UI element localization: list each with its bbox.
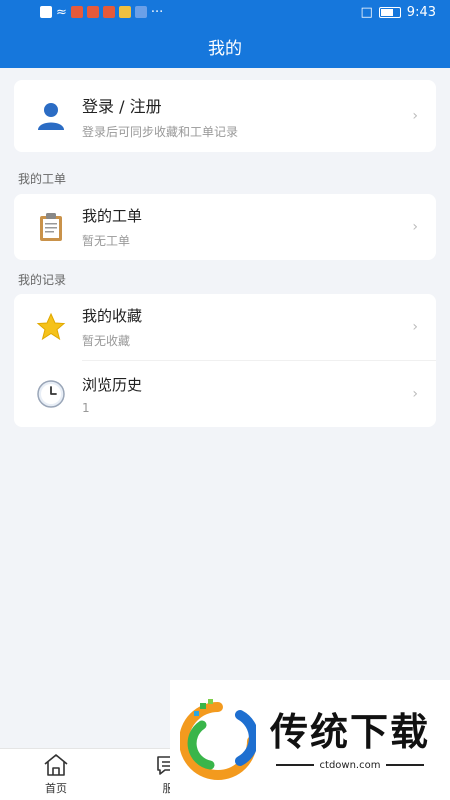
status-time: 9:43 <box>406 4 436 20</box>
records-row-history[interactable]: 浏览历史 1 › <box>14 361 436 427</box>
login-title: 登录 / 注册 <box>82 96 162 116</box>
weibo-icon <box>118 6 131 18</box>
divider <box>386 764 425 766</box>
watermark-url-row: ctdown.com <box>275 759 425 771</box>
login-row[interactable]: 登录 / 注册 登录后可同步收藏和工单记录 › <box>14 80 436 152</box>
tickets-card[interactable]: 我的工单 暂无工单 › <box>14 194 436 260</box>
login-card[interactable]: 登录 / 注册 登录后可同步收藏和工单记录 › <box>14 80 436 152</box>
watermark-logo-icon <box>180 699 256 780</box>
page-title: 我的 <box>208 38 242 59</box>
vibrate-icon: □ <box>360 4 373 20</box>
app-notification-icon <box>102 6 115 18</box>
watermark-url: ctdown.com <box>319 759 381 771</box>
more-notifications-icon: ··· <box>150 4 164 20</box>
history-title: 浏览历史 <box>82 375 143 394</box>
battery-icon <box>378 6 401 18</box>
nav-bar: 我的 <box>0 24 450 68</box>
user-icon <box>34 99 68 133</box>
records-card: 我的收藏 暂无收藏 › 浏览历史 1 › <box>14 294 436 427</box>
login-subtitle: 登录后可同步收藏和工单记录 <box>82 124 239 139</box>
favorites-title: 我的收藏 <box>82 307 143 325</box>
tickets-subtitle: 暂无工单 <box>82 234 131 248</box>
chevron-right-icon: › <box>412 108 418 124</box>
tickets-row[interactable]: 我的工单 暂无工单 › <box>14 194 436 260</box>
status-icons-right: □ 9:43 <box>361 5 437 20</box>
tickets-title: 我的工单 <box>82 207 143 225</box>
wifi-icon: ≈ <box>56 4 67 20</box>
records-row-favorites[interactable]: 我的收藏 暂无收藏 › <box>14 294 436 360</box>
status-icons-left: ≈ ··· <box>40 5 163 20</box>
favorites-subtitle: 暂无收藏 <box>82 334 131 348</box>
chevron-right-icon: › <box>412 386 418 402</box>
star-icon <box>34 310 68 344</box>
app-notification-icon <box>134 6 147 18</box>
notification-icon <box>40 6 52 18</box>
section-label-records: 我的记录 <box>18 273 67 287</box>
watermark-title: 传统下载 <box>270 709 431 754</box>
divider <box>275 764 314 766</box>
app-notification-icon <box>70 6 83 18</box>
watermark: 传统下载 ctdown.com <box>170 680 450 800</box>
chevron-right-icon: › <box>412 319 418 335</box>
home-icon <box>44 754 68 776</box>
clock-icon <box>34 377 68 411</box>
tab-home[interactable]: 首页 <box>0 749 112 800</box>
section-label-tickets: 我的工单 <box>18 172 67 186</box>
history-subtitle: 1 <box>82 400 90 415</box>
status-bar: ≈ ··· □ 9:43 <box>0 0 450 24</box>
app-notification-icon <box>86 6 99 18</box>
tab-home-label: 首页 <box>45 782 67 795</box>
chevron-right-icon: › <box>412 219 418 235</box>
clipboard-icon <box>34 210 68 244</box>
